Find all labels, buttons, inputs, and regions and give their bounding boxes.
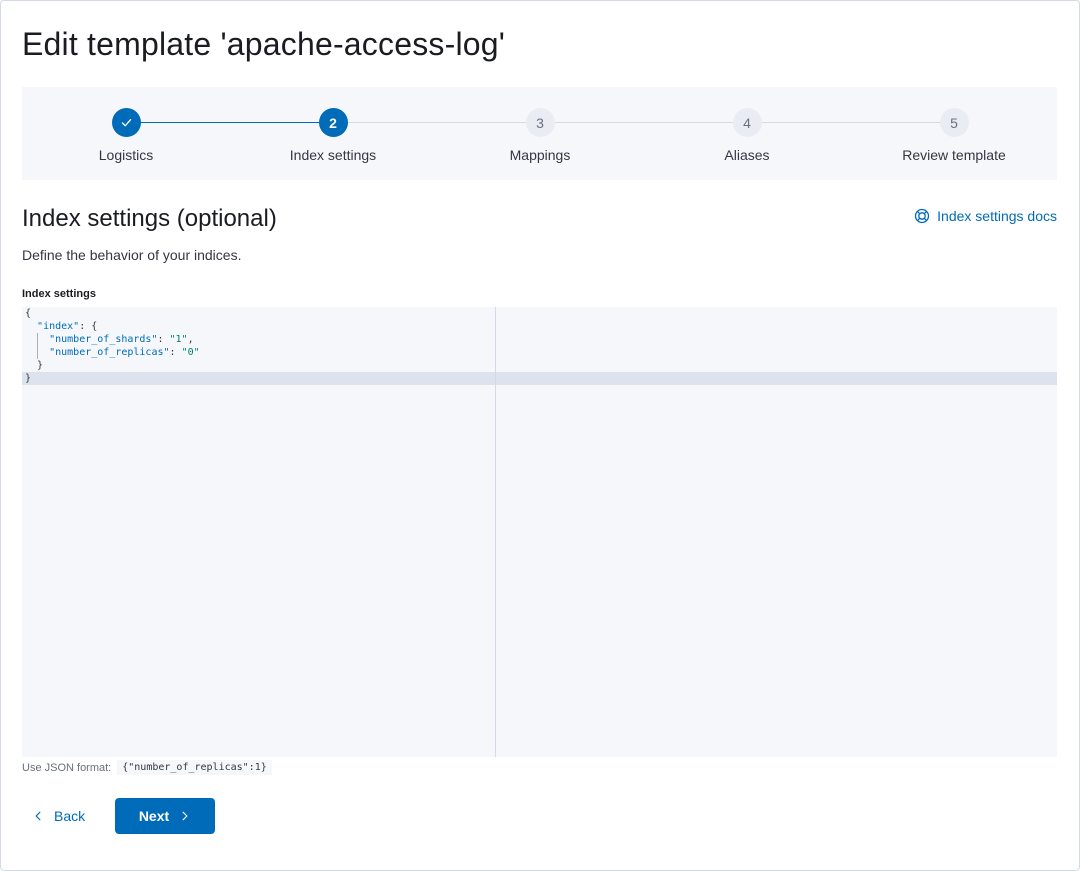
index-settings-label: Index settings (22, 288, 96, 300)
code-line: "index": { (37, 321, 98, 332)
help-text: Use JSON format: {"number_of_replicas":1… (22, 760, 272, 775)
step-circle-3[interactable]: 3 (525, 108, 555, 137)
step-label: Mappings (509, 147, 571, 163)
step-label: Logistics (98, 147, 154, 163)
next-button[interactable]: Next (115, 798, 215, 834)
back-button[interactable]: Back (22, 798, 102, 834)
help-prefix: Use JSON format: (22, 761, 112, 774)
code-line: { (25, 308, 32, 319)
section-description: Define the behavior of your indices. (22, 247, 242, 263)
step-aliases[interactable]: 4 Aliases (647, 108, 847, 163)
lifebuoy-icon (914, 208, 930, 224)
step-circle-1[interactable] (111, 108, 141, 137)
back-button-label: Back (54, 808, 86, 824)
steps-progress: Logistics 2 Index settings 3 Mappings 4 … (22, 87, 1057, 180)
step-mappings[interactable]: 3 Mappings (440, 108, 640, 163)
next-button-label: Next (138, 808, 170, 824)
step-circle-5[interactable]: 5 (939, 108, 969, 137)
chevron-right-icon (182, 811, 188, 821)
index-settings-docs-link[interactable]: Index settings docs (914, 208, 1057, 224)
active-line-highlight (22, 372, 1057, 385)
step-circle-4[interactable]: 4 (732, 108, 762, 137)
step-label: Index settings (289, 147, 377, 163)
step-index-settings[interactable]: 2 Index settings (233, 108, 433, 163)
step-logistics[interactable]: Logistics (26, 108, 226, 163)
step-circle-2[interactable]: 2 (318, 108, 348, 137)
help-example-code: {"number_of_replicas":1} (117, 760, 272, 775)
step-review-template[interactable]: 5 Review template (854, 108, 1054, 163)
step-label: Review template (902, 147, 1006, 163)
section-title: Index settings (optional) (22, 205, 277, 232)
code-line: "number_of_shards": "1", (49, 334, 194, 345)
json-code-editor[interactable]: { "index": { "number_of_shards": "1", "n… (22, 307, 1057, 757)
page-title: Edit template 'apache-access-log' (22, 26, 506, 62)
code-line: "number_of_replicas": "0" (49, 347, 200, 358)
code-line: } (25, 373, 32, 384)
step-label: Aliases (724, 147, 770, 163)
chevron-left-icon (35, 811, 41, 821)
code-line: } (25, 360, 44, 371)
print-margin (495, 307, 496, 757)
check-icon (121, 119, 131, 127)
docs-link-label: Index settings docs (937, 208, 1057, 224)
